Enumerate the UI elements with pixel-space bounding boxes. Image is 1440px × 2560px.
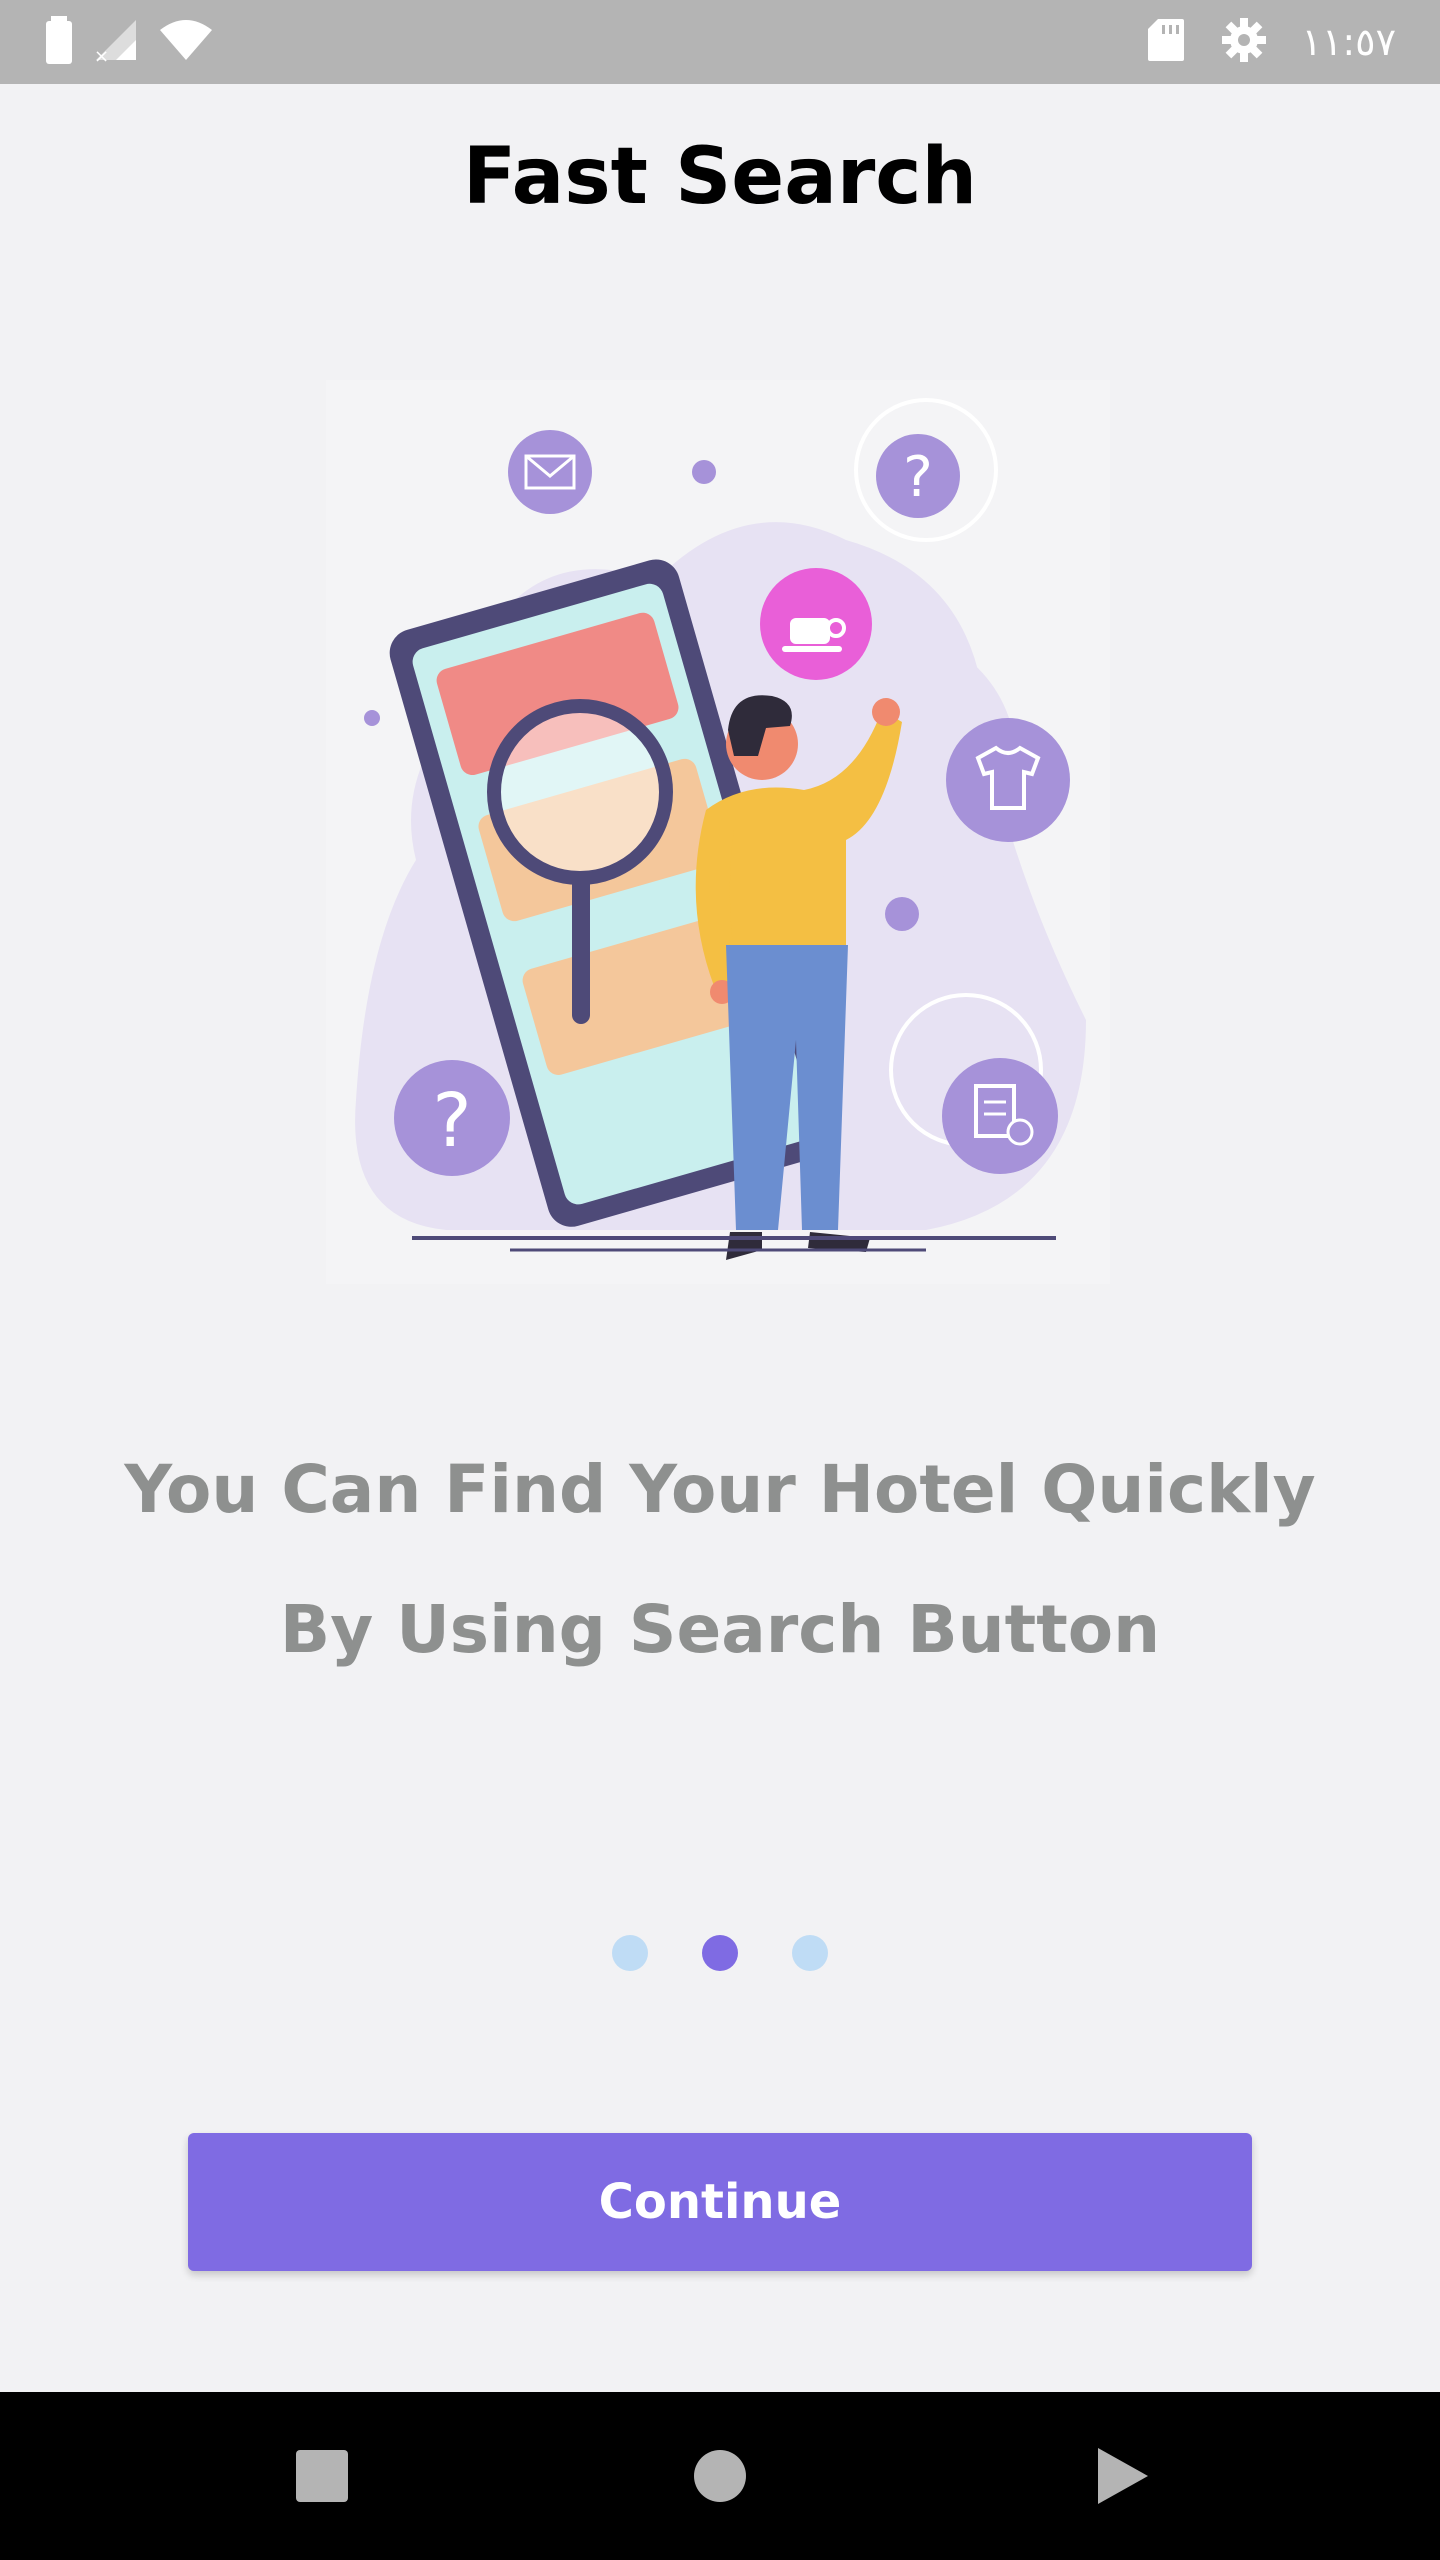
back-triangle-icon[interactable] bbox=[1078, 2432, 1166, 2520]
status-bar: × ١١:٥٧ bbox=[0, 0, 1440, 84]
continue-button[interactable]: Continue bbox=[188, 2133, 1252, 2271]
wifi-icon bbox=[158, 16, 214, 68]
page-dot-2-active[interactable] bbox=[702, 1935, 738, 1971]
status-icons-right: ١١:٥٧ bbox=[1146, 14, 1396, 70]
page-title: Fast Search bbox=[462, 132, 978, 222]
home-circle-icon[interactable] bbox=[676, 2432, 764, 2520]
svg-text:?: ? bbox=[432, 1078, 471, 1164]
status-icons-left: × bbox=[44, 16, 214, 68]
search-illustration: ? ? bbox=[326, 380, 1110, 1284]
message-line-2: By Using Search Button bbox=[279, 1591, 1161, 1668]
sd-card-icon bbox=[1146, 17, 1186, 67]
signal-off-icon: × bbox=[92, 16, 140, 68]
page-indicator bbox=[0, 1935, 1440, 1975]
settings-icon bbox=[1220, 16, 1268, 68]
page-dot-1[interactable] bbox=[612, 1935, 648, 1971]
navigation-bar bbox=[0, 2392, 1440, 2560]
onboarding-message: You Can Find Your Hotel Quickly By Using… bbox=[0, 1420, 1440, 1700]
svg-text:×: × bbox=[94, 46, 109, 64]
battery-icon bbox=[44, 16, 74, 68]
svg-text:?: ? bbox=[903, 445, 933, 510]
message-line-1: You Can Find Your Hotel Quickly bbox=[124, 1451, 1316, 1528]
page-dot-3[interactable] bbox=[792, 1935, 828, 1971]
status-clock: ١١:٥٧ bbox=[1301, 20, 1396, 64]
recents-square-icon[interactable] bbox=[278, 2432, 366, 2520]
